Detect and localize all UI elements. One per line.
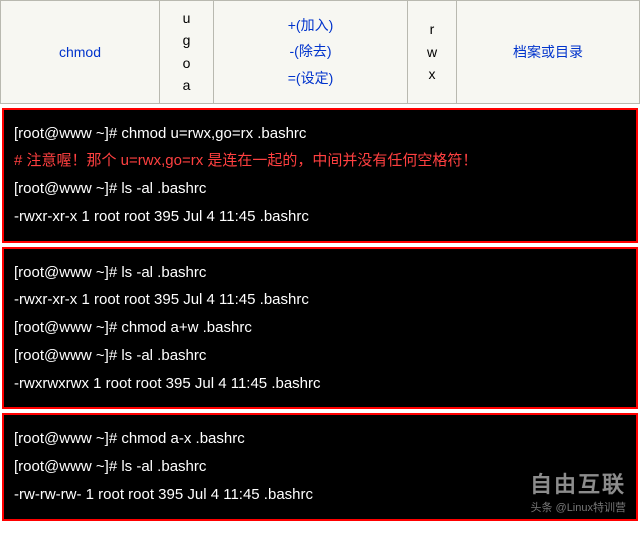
cell-ops: +(加入) -(除去) =(设定) bbox=[214, 1, 408, 104]
term-line: [root@www ~]# ls -al .bashrc bbox=[14, 175, 626, 203]
who-a: a bbox=[164, 74, 209, 96]
term-line: [root@www ~]# ls -al .bashrc bbox=[14, 259, 626, 287]
terminal-block-3: [root@www ~]# chmod a-x .bashrc [root@ww… bbox=[2, 413, 638, 520]
terminal-block-2: [root@www ~]# ls -al .bashrc -rwxr-xr-x … bbox=[2, 247, 638, 410]
cell-who: u g o a bbox=[160, 1, 214, 104]
cell-rwx: r w x bbox=[408, 1, 457, 104]
term-line: [root@www ~]# ls -al .bashrc bbox=[14, 453, 626, 481]
cell-target: 档案或目录 bbox=[457, 1, 640, 104]
term-line: -rw-rw-rw- 1 root root 395 Jul 4 11:45 .… bbox=[14, 481, 626, 509]
perm-r: r bbox=[412, 18, 452, 40]
chmod-syntax-table: chmod u g o a +(加入) -(除去) =(设定) r w x 档案… bbox=[0, 0, 640, 104]
term-line: -rwxr-xr-x 1 root root 395 Jul 4 11:45 .… bbox=[14, 286, 626, 314]
who-o: o bbox=[164, 52, 209, 74]
term-line: [root@www ~]# ls -al .bashrc bbox=[14, 342, 626, 370]
term-line: [root@www ~]# chmod u=rwx,go=rx .bashrc bbox=[14, 120, 626, 148]
op-set: =(设定) bbox=[218, 65, 403, 92]
term-line: -rwxrwxrwx 1 root root 395 Jul 4 11:45 .… bbox=[14, 370, 626, 398]
term-line: [root@www ~]# chmod a+w .bashrc bbox=[14, 314, 626, 342]
term-comment: # 注意喔！那个 u=rwx,go=rx 是连在一起的，中间并没有任何空格符！ bbox=[14, 147, 626, 175]
term-line: -rwxr-xr-x 1 root root 395 Jul 4 11:45 .… bbox=[14, 203, 626, 231]
op-add: +(加入) bbox=[218, 12, 403, 39]
term-line: [root@www ~]# chmod a-x .bashrc bbox=[14, 425, 626, 453]
who-g: g bbox=[164, 29, 209, 51]
who-u: u bbox=[164, 7, 209, 29]
op-remove: -(除去) bbox=[218, 38, 403, 65]
perm-x: x bbox=[412, 63, 452, 85]
terminal-block-1: [root@www ~]# chmod u=rwx,go=rx .bashrc … bbox=[2, 108, 638, 243]
perm-w: w bbox=[412, 41, 452, 63]
cell-cmd: chmod bbox=[1, 1, 160, 104]
